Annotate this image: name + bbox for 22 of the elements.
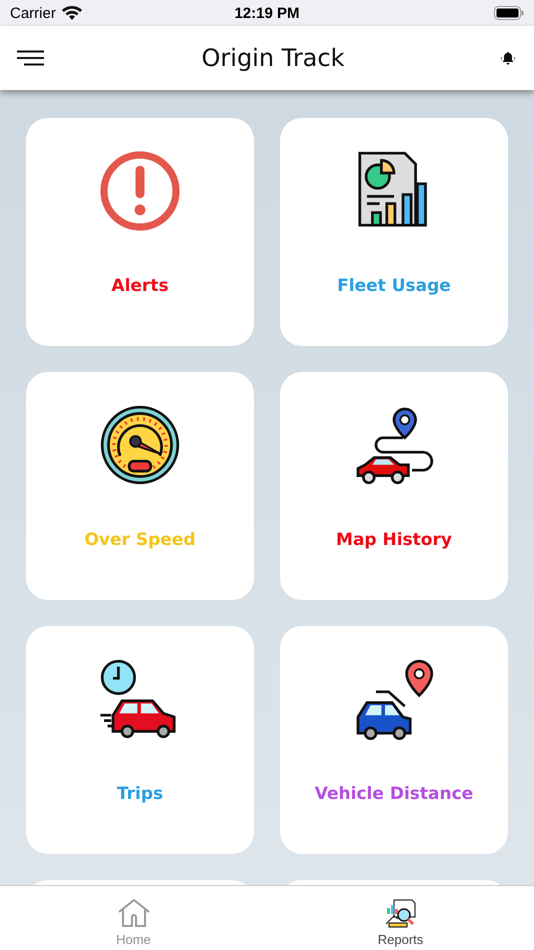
bell-icon[interactable] <box>500 51 516 65</box>
tile-label: Fleet Usage <box>337 276 451 296</box>
tile-label: Alerts <box>111 276 169 296</box>
menu-tile[interactable]: Fleet Usage <box>280 118 508 346</box>
tab-bar-item[interactable]: Reports <box>267 886 534 950</box>
menu-tile[interactable]: Trips <box>26 626 254 854</box>
wifi-icon <box>60 5 83 21</box>
tab-bar-item[interactable]: Home <box>0 886 267 950</box>
menu-tile[interactable]: Alerts <box>26 118 254 346</box>
tile-label: Trips <box>116 784 164 804</box>
tile-label: Over Speed <box>84 530 196 550</box>
tile-label: Vehicle Distance <box>314 784 474 804</box>
report-magnifier-icon <box>384 898 418 928</box>
house-icon <box>116 898 150 928</box>
clock-time: 12:19 PM <box>233 4 301 22</box>
carrier-name: Carrier <box>10 4 56 22</box>
tile-label: Map History <box>336 530 452 550</box>
menu-tile[interactable]: Vehicle Distance <box>280 626 508 854</box>
app-title: Origin Track <box>202 44 344 72</box>
menu-icon[interactable] <box>16 50 46 66</box>
menu-tile[interactable]: Map History <box>280 372 508 600</box>
battery-icon <box>494 6 524 20</box>
